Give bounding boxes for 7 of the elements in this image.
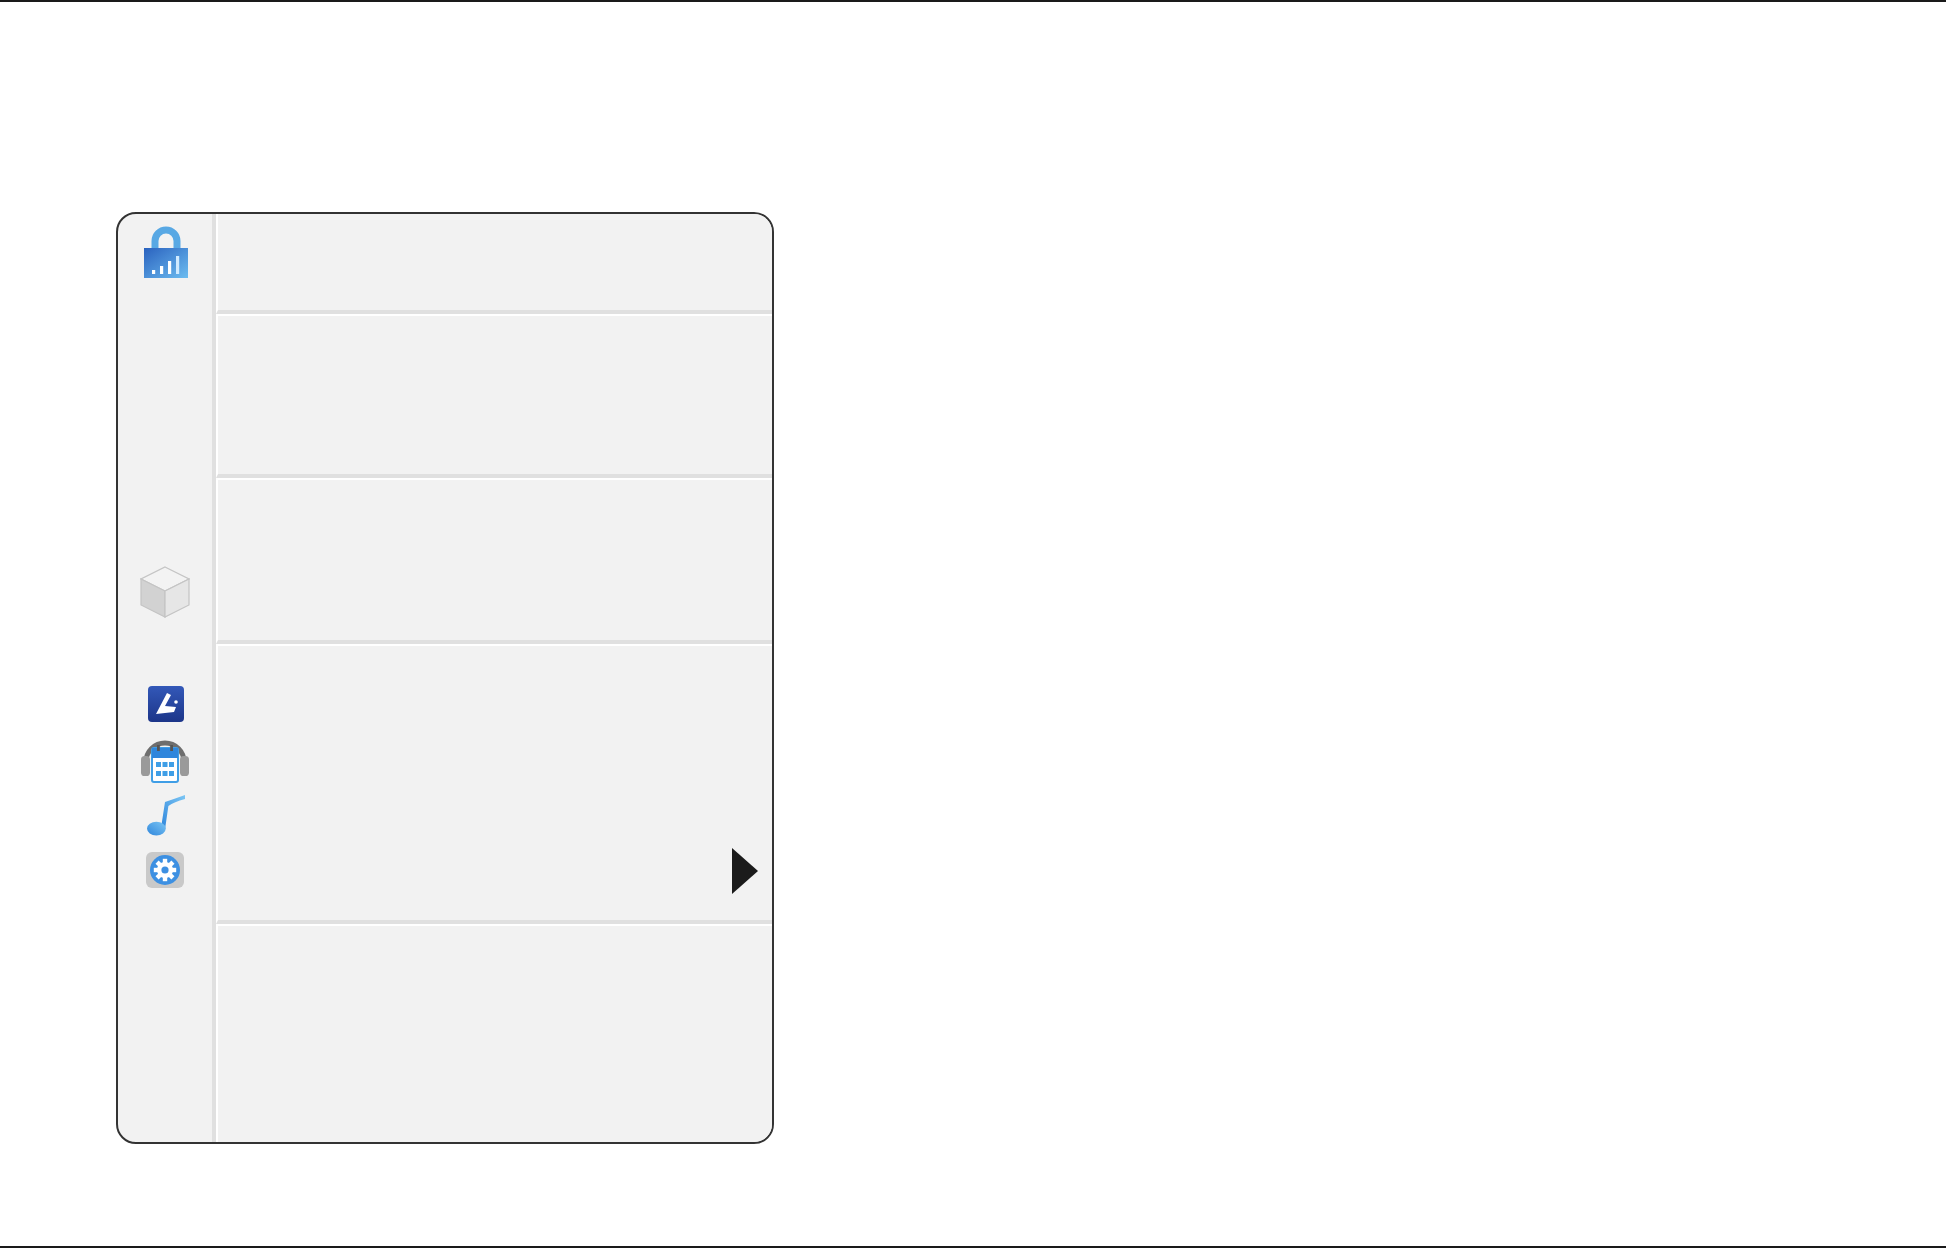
gear-icon xyxy=(146,852,184,888)
cube-icon xyxy=(140,566,190,618)
lock-icon xyxy=(143,226,187,278)
app-tile-icon xyxy=(147,686,183,722)
submenu-arrow-icon xyxy=(732,848,758,894)
menu-item[interactable] xyxy=(216,214,772,314)
music-note-icon xyxy=(145,794,185,836)
